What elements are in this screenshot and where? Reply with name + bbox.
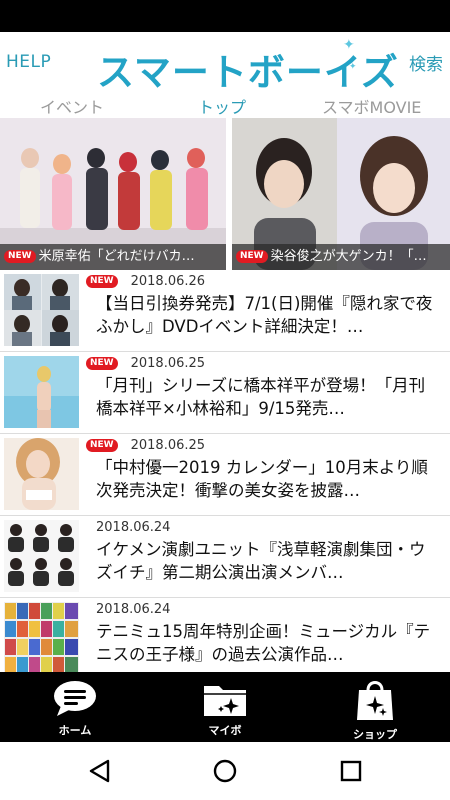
news-title: 「中村優一2019 カレンダー」10月末より順次発売決定！衝撃の美女姿を披露… — [96, 458, 428, 500]
bottom-navigation: ホーム マイボ ショップ — [0, 672, 450, 742]
news-date: 2018.06.24 — [96, 520, 171, 535]
tab-movie[interactable]: スマボMOVIE — [322, 94, 421, 118]
nav-mybox[interactable]: マイボ — [180, 678, 270, 740]
news-meta: NEW 2018.06.26 — [86, 274, 205, 290]
nav-label: ホーム — [58, 724, 92, 737]
news-date: 2018.06.24 — [96, 602, 171, 617]
news-item[interactable]: NEW 2018.06.25 「中村優一2019 カレンダー」10月末より順次発売… — [0, 434, 450, 516]
news-meta: NEW 2018.06.25 — [86, 438, 205, 454]
news-title: 【当日引換券発売】7/1(日)開催『隠れ家で夜ふかし』DVDイベント詳細決定！… — [96, 294, 433, 336]
news-item[interactable]: NEW 2018.06.26 【当日引換券発売】7/1(日)開催『隠れ家で夜ふかし… — [0, 270, 450, 352]
folder-sparkle-icon — [204, 686, 246, 716]
news-list: NEW 2018.06.26 【当日引換券発売】7/1(日)開催『隠れ家で夜ふかし… — [0, 270, 450, 672]
featured-carousel[interactable]: NEW 米原幸佑「どれだけバカ… NEW 染谷俊之が大ゲンカ！「… — [0, 118, 450, 270]
featured-card[interactable]: NEW 染谷俊之が大ゲンカ！「… — [232, 118, 450, 270]
news-meta: NEW 2018.06.25 — [86, 356, 205, 372]
nav-home[interactable]: ホーム — [30, 678, 120, 740]
news-thumbnail — [4, 356, 79, 428]
new-badge: NEW — [86, 439, 118, 452]
nav-label: マイボ — [208, 724, 242, 737]
news-meta: 2018.06.24 — [86, 602, 170, 618]
news-date: 2018.06.26 — [130, 274, 206, 289]
recent-apps-icon[interactable] — [338, 758, 364, 784]
news-title: テニミュ15周年特別企画！ミュージカル『テニスの王子様』の過去公演作品… — [96, 622, 431, 664]
category-tabs: イベント トップ スマボMOVIE — [0, 90, 450, 118]
news-title: イケメン演劇ユニット『浅草軽演劇集団・ウズイチ』第二期公演出演メンバ… — [96, 540, 426, 582]
news-title: 「月刊」シリーズに橋本祥平が登場！「月刊 橋本祥平×小林裕和」9/15発売… — [96, 376, 426, 418]
status-bar — [0, 0, 450, 32]
news-date: 2018.06.25 — [130, 438, 206, 453]
featured-title: 米原幸佑「どれだけバカ… — [38, 249, 195, 264]
news-thumbnail — [4, 602, 79, 672]
featured-title: 染谷俊之が大ゲンカ！「… — [270, 249, 427, 264]
sparkle-icon: ✦ — [349, 62, 357, 72]
featured-caption: NEW 染谷俊之が大ゲンカ！「… — [232, 244, 450, 270]
app-header: HELP スマートボーイズ ✦ ✦ 検索 — [0, 32, 450, 94]
new-badge: NEW — [4, 250, 36, 263]
new-badge: NEW — [236, 250, 268, 263]
news-thumbnail — [4, 438, 79, 510]
news-item[interactable]: 2018.06.24 テニミュ15周年特別企画！ミュージカル『テニスの王子様』の… — [0, 598, 450, 672]
chat-bubble-icon — [54, 681, 96, 716]
sparkle-icon: ✦ — [343, 37, 355, 53]
featured-caption: NEW 米原幸佑「どれだけバカ… — [0, 244, 226, 270]
featured-card[interactable]: NEW 米原幸佑「どれだけバカ… — [0, 118, 226, 270]
home-icon[interactable] — [212, 758, 238, 784]
tab-top[interactable]: トップ — [198, 94, 246, 118]
search-link[interactable]: 検索 — [409, 50, 443, 75]
news-item[interactable]: 2018.06.24 イケメン演劇ユニット『浅草軽演劇集団・ウズイチ』第二期公演… — [0, 516, 450, 598]
new-badge: NEW — [86, 357, 118, 370]
news-date: 2018.06.25 — [130, 356, 206, 371]
new-badge: NEW — [86, 275, 118, 288]
news-meta: 2018.06.24 — [86, 520, 170, 536]
back-icon[interactable] — [87, 758, 113, 784]
news-thumbnail — [4, 274, 79, 346]
news-thumbnail — [4, 520, 79, 592]
nav-label: ショップ — [353, 728, 397, 741]
help-link[interactable]: HELP — [6, 52, 51, 72]
app-logo[interactable]: スマートボーイズ ✦ ✦ — [97, 37, 398, 94]
nav-shop[interactable]: ショップ — [330, 678, 420, 741]
system-navigation-bar — [0, 742, 450, 800]
tab-events[interactable]: イベント — [40, 94, 104, 118]
shopping-bag-icon — [357, 681, 393, 720]
news-item[interactable]: NEW 2018.06.25 「月刊」シリーズに橋本祥平が登場！「月刊 橋本祥平×… — [0, 352, 450, 434]
